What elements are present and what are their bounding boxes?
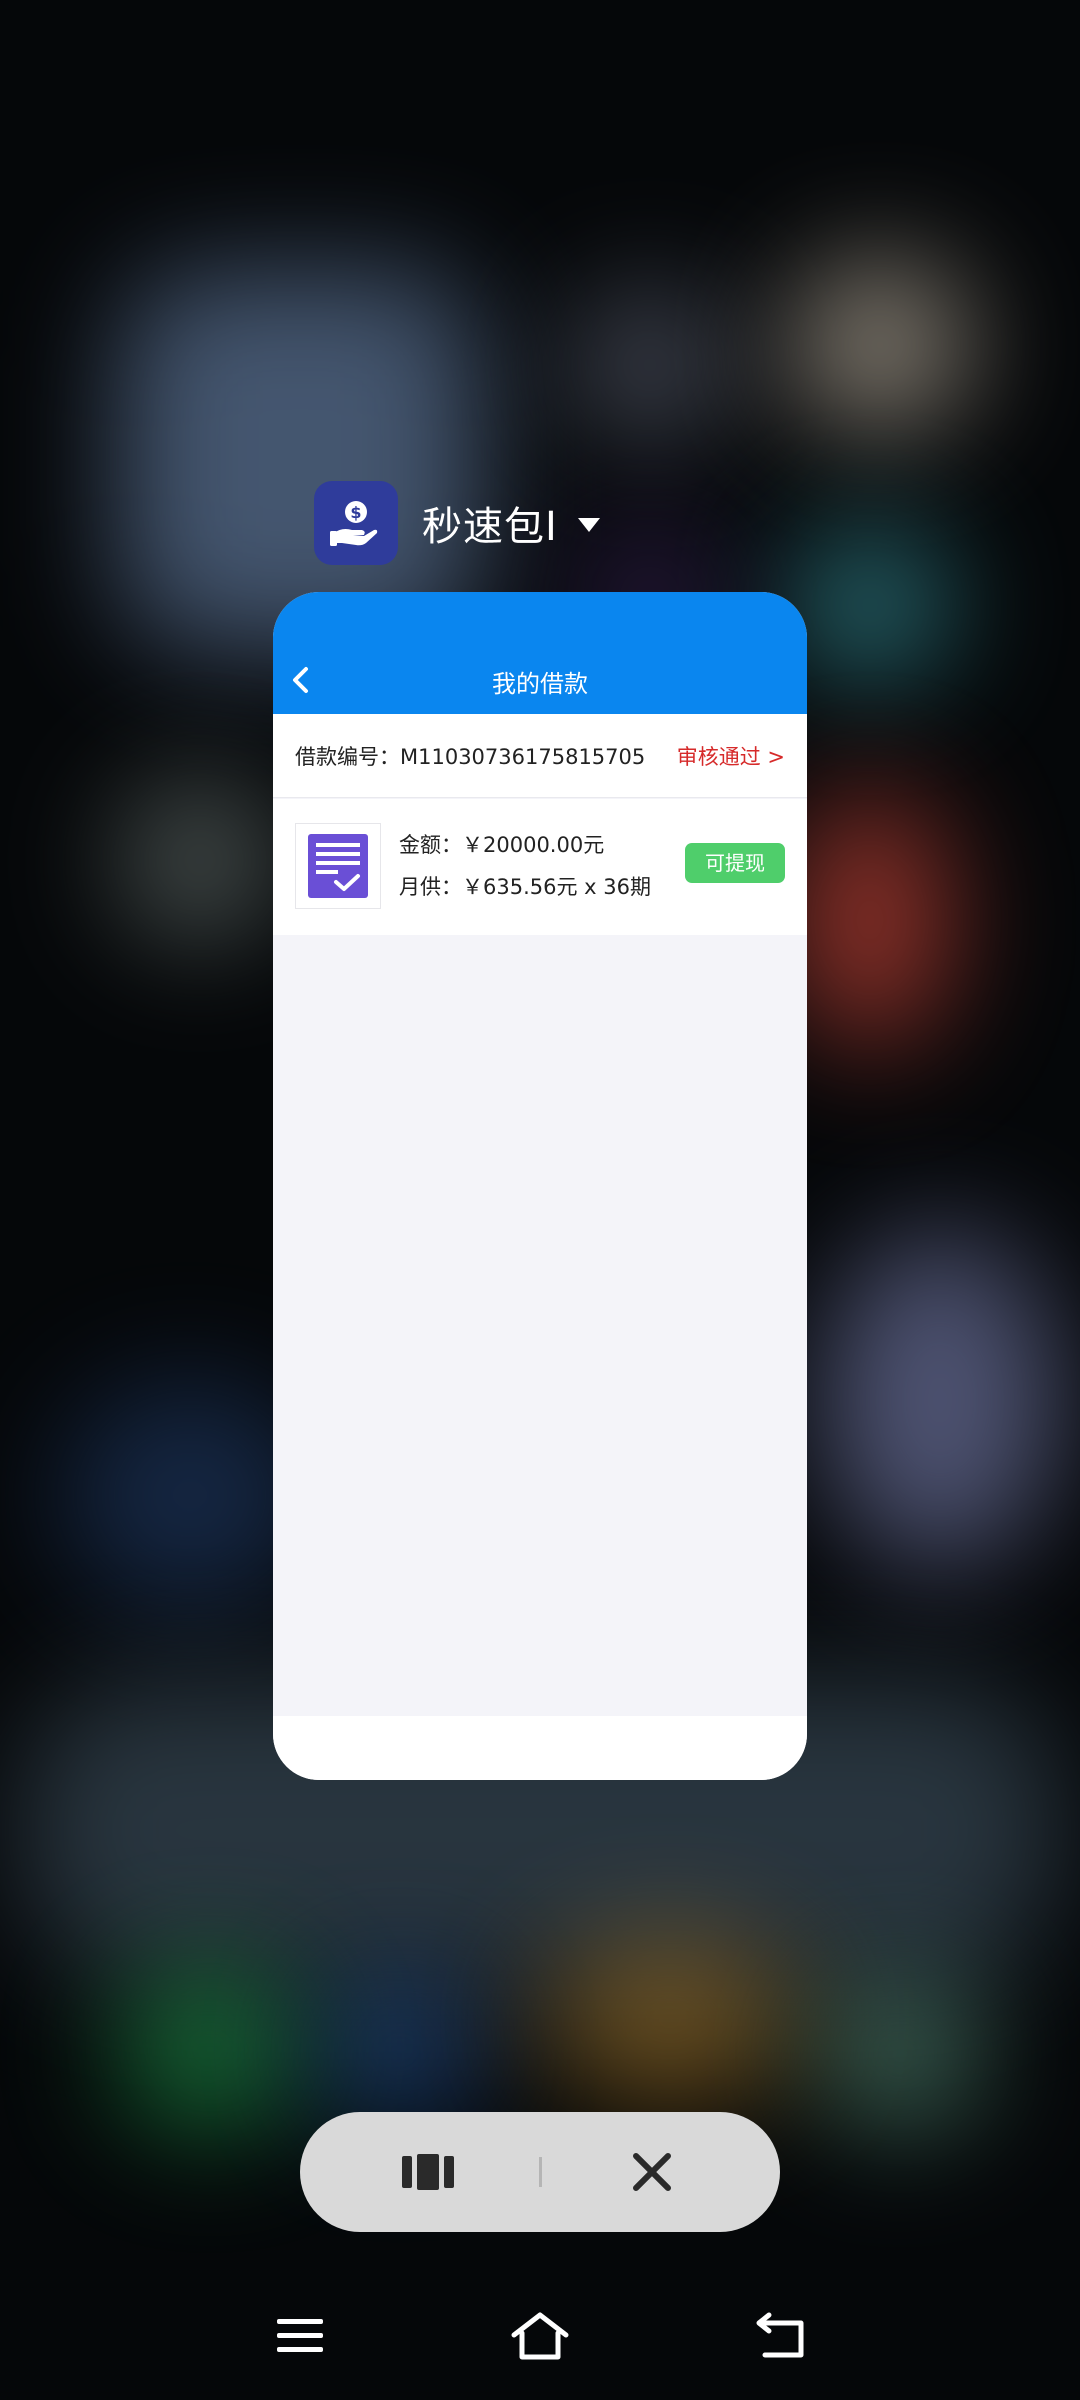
- home-icon[interactable]: [508, 2306, 572, 2366]
- chevron-down-icon[interactable]: [577, 518, 600, 532]
- page-title: 我的借款: [492, 670, 588, 698]
- app-preview-card[interactable]: 我的借款 借款编号：M11030736175815705 审核通过 > 金额：￥…: [273, 592, 807, 1780]
- wallpaper-blob: [790, 790, 950, 1050]
- system-nav-bar: [0, 2290, 1080, 2380]
- svg-text:$: $: [350, 503, 361, 522]
- menu-icon[interactable]: [268, 2306, 332, 2366]
- wallpaper-blob: [570, 290, 730, 440]
- recent-app-header[interactable]: $ 秒速包I: [314, 481, 600, 565]
- close-icon[interactable]: [620, 2140, 684, 2204]
- loan-amount: 金额：￥20000.00元: [399, 833, 605, 857]
- wallpaper-blob: [790, 530, 950, 680]
- loan-status-link[interactable]: 审核通过 >: [677, 741, 785, 771]
- hand-holding-coin-icon: $: [314, 481, 398, 565]
- back-arrow-icon[interactable]: [748, 2306, 812, 2366]
- wallpaper-blob: [820, 1230, 1060, 1570]
- wallpaper-blob: [790, 260, 970, 430]
- loan-detail-item[interactable]: 金额：￥20000.00元 月供：￥635.56元 x 36期 可提现: [273, 799, 807, 935]
- loan-number-row[interactable]: 借款编号：M11030736175815705 审核通过 >: [273, 714, 807, 798]
- wallpaper-blob: [120, 780, 280, 940]
- app-name: 秒速包I: [422, 504, 558, 550]
- columns-icon[interactable]: [396, 2140, 460, 2204]
- document-check-icon: [295, 823, 381, 909]
- app-topbar: 我的借款: [273, 592, 807, 714]
- wallpaper-blob: [540, 1940, 800, 2100]
- card-bottom-bar: [273, 1716, 807, 1780]
- wallpaper-blob: [820, 1980, 980, 2130]
- recents-action-bar: [300, 2112, 780, 2232]
- withdraw-button[interactable]: 可提现: [685, 843, 785, 883]
- wallpaper-blob: [120, 1970, 300, 2130]
- loan-number: 借款编号：M11030736175815705: [295, 745, 646, 769]
- monthly-payment: 月供：￥635.56元 x 36期: [399, 875, 651, 899]
- divider: [538, 2157, 542, 2187]
- wallpaper-blob: [320, 1980, 480, 2120]
